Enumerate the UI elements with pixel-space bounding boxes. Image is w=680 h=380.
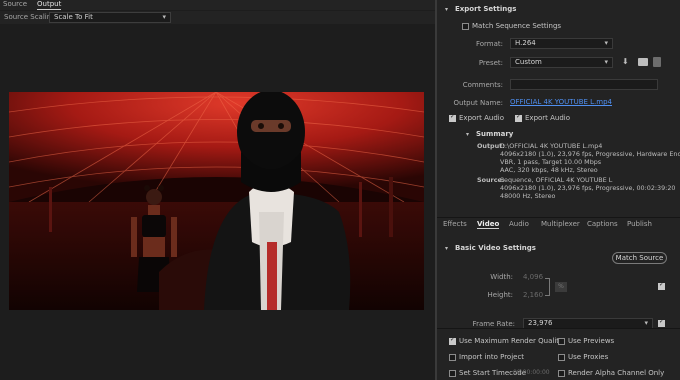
basic-video-caret-icon[interactable]: ▾ xyxy=(445,245,448,252)
width-match-checkbox[interactable] xyxy=(658,281,665,290)
tab-multiplexer[interactable]: Multiplexer xyxy=(541,220,580,228)
import-into-project-checkbox[interactable] xyxy=(449,354,456,361)
format-value: H.264 xyxy=(515,39,536,47)
chevron-down-icon: ▾ xyxy=(644,319,648,327)
export-video-checkbox[interactable] xyxy=(449,113,456,122)
monitor-tabs: Source Output xyxy=(0,0,435,10)
start-timecode-value[interactable]: 00:00:00:00 xyxy=(513,369,550,376)
basic-video-title: Basic Video Settings xyxy=(455,244,536,252)
summary-title: Summary xyxy=(476,130,514,138)
chevron-down-icon: ▾ xyxy=(162,13,166,21)
output-name-label: Output Name: xyxy=(453,99,503,107)
save-preset-icon[interactable]: ⬇ xyxy=(622,57,631,67)
preset-label: Preset: xyxy=(478,59,503,67)
render-alpha-checkbox[interactable] xyxy=(558,370,565,377)
summary-output-line: D:\OFFICIAL 4K YOUTUBE L.mp4 xyxy=(500,142,603,150)
source-scaling-row: Source Scaling: Scale To Fit ▾ xyxy=(0,11,435,24)
source-scaling-value: Scale To Fit xyxy=(54,13,93,21)
tab-audio[interactable]: Audio xyxy=(509,220,529,228)
use-previews-label: Use Previews xyxy=(568,337,615,345)
summary-source-line: Sequence, OFFICIAL 4K YOUTUBE L xyxy=(500,176,613,184)
source-scaling-select[interactable]: Scale To Fit ▾ xyxy=(49,12,171,23)
use-proxies-label: Use Proxies xyxy=(568,353,609,361)
format-label: Format: xyxy=(475,40,503,48)
collapse-caret-icon[interactable]: ▾ xyxy=(445,6,448,13)
summary-source-line: 4096x2180 (1.0), 23,976 fps, Progressive… xyxy=(500,184,676,192)
tab-output[interactable]: Output xyxy=(37,0,62,10)
tab-captions[interactable]: Captions xyxy=(587,220,618,228)
output-preview-panel: Source Output Source Scaling: Scale To F… xyxy=(0,0,435,380)
export-settings-panel: ▾ Export Settings Match Sequence Setting… xyxy=(437,0,680,380)
chevron-down-icon: ▾ xyxy=(604,39,608,47)
delete-preset-icon[interactable] xyxy=(653,57,661,67)
import-into-project-label: Import into Project xyxy=(459,353,525,361)
summary-output-line: AAC, 320 kbps, 48 kHz, Stereo xyxy=(500,166,598,174)
use-previews-checkbox[interactable] xyxy=(558,338,565,345)
match-sequence-checkbox[interactable] xyxy=(462,23,469,30)
tab-publish[interactable]: Publish xyxy=(627,220,652,228)
output-name-link[interactable]: OFFICIAL 4K YOUTUBE L.mp4 xyxy=(510,98,612,106)
video-frame-image xyxy=(9,92,424,310)
preset-select[interactable]: Custom ▾ xyxy=(510,57,613,68)
use-proxies-checkbox[interactable] xyxy=(558,354,565,361)
summary-output-line: VBR, 1 pass, Target 10.00 Mbps xyxy=(500,158,602,166)
chevron-down-icon: ▾ xyxy=(604,58,608,66)
export-audio-checkbox[interactable] xyxy=(515,113,522,122)
height-value[interactable]: 2,160 xyxy=(523,291,543,299)
settings-tabs: Effects Video Audio Multiplexer Captions… xyxy=(437,217,680,230)
render-options: Use Maximum Render Quality Use Previews … xyxy=(437,328,680,380)
width-value[interactable]: 4,096 xyxy=(523,273,543,281)
bottom-left-area xyxy=(0,330,435,380)
export-video-label: Export Audio xyxy=(459,114,505,122)
use-max-render-checkbox[interactable] xyxy=(449,336,456,345)
chain-link-icon[interactable] xyxy=(545,278,550,296)
use-max-render-label: Use Maximum Render Quality xyxy=(459,337,564,345)
set-start-timecode-checkbox[interactable] xyxy=(449,370,456,377)
tab-effects[interactable]: Effects xyxy=(443,220,467,228)
width-label: Width: xyxy=(490,273,513,281)
match-source-button[interactable]: Match Source xyxy=(612,252,667,264)
video-preview xyxy=(9,92,424,310)
frame-rate-value: 23,976 xyxy=(528,319,553,327)
height-label: Height: xyxy=(487,291,514,299)
render-alpha-label: Render Alpha Channel Only xyxy=(568,369,665,377)
comments-label: Comments: xyxy=(462,81,503,89)
import-preset-icon[interactable] xyxy=(638,58,648,66)
summary-output-line: 4096x2180 (1.0), 23,976 fps, Progressive… xyxy=(500,150,680,158)
frame-rate-match-checkbox[interactable] xyxy=(658,318,665,327)
comments-field[interactable] xyxy=(510,79,658,90)
export-settings-title: Export Settings xyxy=(455,5,517,13)
format-select[interactable]: H.264 ▾ xyxy=(510,38,613,49)
tab-video[interactable]: Video xyxy=(477,220,500,229)
link-dimensions-toggle[interactable]: % xyxy=(555,282,567,292)
frame-rate-label: Frame Rate: xyxy=(472,320,515,328)
summary-source-line: 48000 Hz, Stereo xyxy=(500,192,556,200)
preset-value: Custom xyxy=(515,58,542,66)
match-sequence-label: Match Sequence Settings xyxy=(472,22,562,30)
summary-caret-icon[interactable]: ▾ xyxy=(466,131,469,138)
export-audio-label: Export Audio xyxy=(525,114,571,122)
tab-source[interactable]: Source xyxy=(3,0,27,10)
